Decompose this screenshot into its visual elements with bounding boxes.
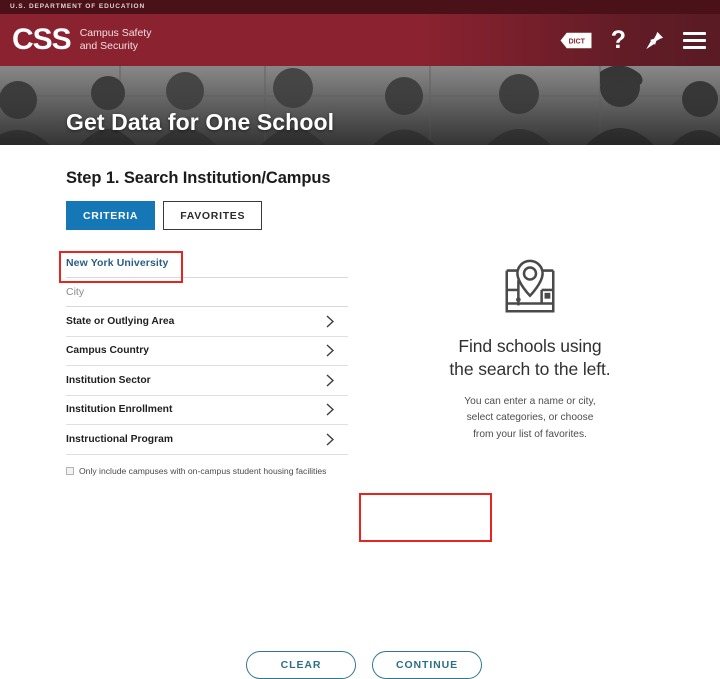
housing-checkbox-label: Only include campuses with on-campus stu…: [79, 465, 326, 477]
hamburger-menu-bars: [683, 32, 706, 49]
empty-state-title: Find schools using the search to the lef…: [380, 335, 680, 382]
criteria-row-institution-sector[interactable]: Institution Sector: [66, 366, 348, 396]
brand-subtitle-line2: and Security: [80, 40, 138, 52]
search-criteria-column: New York University City State or Outlyi…: [66, 249, 348, 477]
criteria-row-label: Institution Enrollment: [66, 404, 172, 415]
hero-banner: Get Data for One School: [0, 66, 720, 145]
housing-filter[interactable]: Only include campuses with on-campus stu…: [66, 465, 334, 477]
page-title: Get Data for One School: [66, 109, 334, 136]
site-header: CSS Campus Safety and Security DICT ?: [0, 14, 720, 66]
empty-state-title-line2: the search to the left.: [449, 359, 610, 379]
empty-state-body-line3: from your list of favorites.: [473, 429, 587, 440]
dictionary-icon-svg: DICT: [559, 31, 593, 50]
institution-search-value: New York University: [66, 257, 168, 269]
dictionary-icon[interactable]: DICT: [559, 31, 593, 50]
gov-banner-text: U.S. DEPARTMENT OF EDUCATION: [10, 4, 145, 11]
chevron-right-icon: [326, 374, 334, 387]
brand-subtitle: Campus Safety and Security: [80, 27, 152, 53]
step-heading: Step 1. Search Institution/Campus: [66, 169, 330, 188]
criteria-row-label: Instructional Program: [66, 434, 173, 445]
pushpin-icon[interactable]: [644, 30, 665, 51]
chevron-right-icon: [326, 433, 334, 446]
criteria-row-label: Campus Country: [66, 345, 149, 356]
chevron-right-icon: [326, 344, 334, 357]
chevron-right-icon: [326, 315, 334, 328]
criteria-row-campus-country[interactable]: Campus Country: [66, 337, 348, 367]
empty-state-body: You can enter a name or city, select cat…: [380, 394, 680, 444]
criteria-row-label: Institution Sector: [66, 375, 151, 386]
form-actions: CLEAR CONTINUE: [246, 651, 482, 679]
empty-state-body-line1: You can enter a name or city,: [464, 396, 595, 407]
header-icon-group: DICT ?: [559, 28, 706, 53]
city-search-placeholder: City: [66, 286, 84, 298]
pushpin-icon-svg: [644, 30, 665, 51]
map-pin-icon: [499, 257, 561, 319]
continue-button[interactable]: CONTINUE: [372, 651, 482, 679]
brand-subtitle-line1: Campus Safety: [80, 27, 152, 39]
chevron-right-icon: [326, 403, 334, 416]
empty-state-title-line1: Find schools using: [458, 336, 601, 356]
empty-state-body-line2: select categories, or choose: [467, 412, 594, 423]
tab-criteria[interactable]: CRITERIA: [66, 201, 155, 230]
criteria-row-institution-enrollment[interactable]: Institution Enrollment: [66, 396, 348, 426]
svg-text:DICT: DICT: [568, 38, 585, 45]
housing-checkbox[interactable]: [66, 467, 74, 475]
brand-acronym: CSS: [12, 25, 71, 55]
criteria-row-state-or-outlying-area[interactable]: State or Outlying Area: [66, 307, 348, 337]
search-mode-tabs: CRITERIA FAVORITES: [66, 201, 262, 230]
page-root: U.S. DEPARTMENT OF EDUCATION CSS Campus …: [0, 0, 720, 544]
help-icon[interactable]: ?: [611, 28, 626, 53]
city-search-input[interactable]: City: [66, 278, 348, 307]
clear-button[interactable]: CLEAR: [246, 651, 356, 679]
brand-logo[interactable]: CSS Campus Safety and Security: [12, 25, 151, 55]
institution-search-input[interactable]: New York University: [66, 249, 348, 278]
hamburger-menu-icon[interactable]: [683, 32, 706, 49]
criteria-row-instructional-program[interactable]: Instructional Program: [66, 425, 348, 455]
tab-favorites[interactable]: FAVORITES: [163, 201, 262, 230]
gov-banner: U.S. DEPARTMENT OF EDUCATION: [0, 0, 720, 14]
criteria-row-label: State or Outlying Area: [66, 316, 174, 327]
annotation-box-continue-button: [359, 493, 492, 542]
empty-state-panel: Find schools using the search to the lef…: [380, 257, 680, 443]
